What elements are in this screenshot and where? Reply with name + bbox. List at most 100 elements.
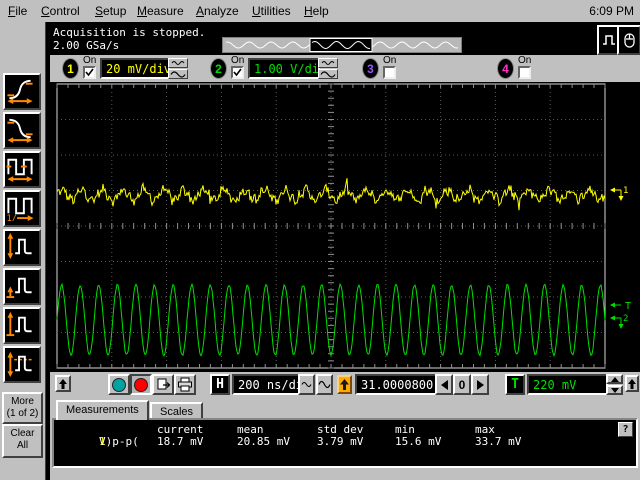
rise-time-button[interactable] [3, 73, 41, 110]
measurements-panel: Measurements Scales current mean std dev… [50, 398, 640, 480]
trigger-level-down-button[interactable] [606, 385, 623, 395]
help-button[interactable]: ? [618, 422, 633, 437]
trigger-setup-button[interactable]: T [505, 374, 525, 395]
channel-2-scale-decrease-button[interactable] [318, 58, 338, 68]
large-wave-icon [320, 70, 336, 78]
v-max-button[interactable] [3, 307, 41, 344]
horizontal-position-indicator[interactable] [222, 37, 462, 53]
more-label: More [11, 396, 34, 407]
check-icon [85, 68, 94, 77]
delay-increase-button[interactable] [471, 374, 489, 395]
svg-text:1/: 1/ [6, 214, 16, 221]
svg-text:T: T [625, 301, 631, 312]
channel-3-on-label: On [383, 55, 397, 66]
channel-4-on-checkbox[interactable] [518, 66, 531, 79]
channel-1-scale-buttons [168, 58, 188, 79]
channel-4-button[interactable]: 4 [497, 58, 514, 79]
channel-3-on-checkbox[interactable] [383, 66, 396, 79]
measurement-min: 15.6 mV [395, 435, 442, 448]
channel-2-button[interactable]: 2 [210, 58, 227, 79]
scroll-up-left-button[interactable] [55, 375, 71, 392]
channel-1-scale-field[interactable]: 20 mV/div [100, 58, 170, 79]
channel-1-on-checkbox[interactable] [83, 66, 96, 79]
channel-2-on-checkbox[interactable] [231, 66, 244, 79]
small-wave-icon [321, 61, 335, 65]
channel-2-scale-increase-button[interactable] [318, 69, 338, 79]
small-wave-icon [301, 382, 312, 387]
period-button[interactable] [3, 151, 41, 188]
channel-2-scale-buttons [318, 58, 338, 79]
horizontal-setup-button[interactable]: H [210, 374, 230, 395]
scroll-up-right-button[interactable] [625, 375, 639, 392]
down-triangle-icon [610, 387, 619, 393]
copy-screen-button[interactable] [152, 374, 174, 395]
delay-decrease-button[interactable] [435, 374, 453, 395]
measurement-mean: 20.85 mV [237, 435, 290, 448]
menu-control[interactable]: Control [41, 4, 80, 18]
measurement-std-dev: 3.79 mV [317, 435, 364, 448]
trigger-level-marker[interactable]: T [610, 301, 631, 312]
menu-help[interactable]: Help [304, 4, 329, 18]
clear-all-button[interactable]: Clear All [2, 424, 43, 458]
trigger-level-spinner [606, 374, 623, 395]
v-peak-to-peak-button[interactable] [3, 229, 41, 266]
more-measurements-button[interactable]: More (1 of 2) [2, 392, 43, 424]
menu-setup[interactable]: Setup [95, 4, 126, 18]
rise-time-icon [7, 79, 33, 104]
menu-utilities[interactable]: Utilities [252, 4, 291, 18]
channel-2-on-label: On [231, 55, 245, 66]
period-icon [6, 158, 33, 182]
up-arrow-icon [59, 378, 67, 389]
measurement-current: 18.7 mV [157, 435, 204, 448]
acquisition-status: Acquisition is stopped. [53, 26, 206, 39]
clock: 6:09 PM [589, 4, 634, 18]
channel-1-on-label: On [83, 55, 97, 66]
measurement-label: V p-p(1) [99, 435, 139, 448]
stop-button[interactable] [130, 374, 152, 395]
fall-time-icon [7, 118, 33, 143]
menu-analyze[interactable]: Analyze [196, 4, 239, 18]
time-scale-increase-button[interactable] [316, 374, 333, 395]
menu-bar: File Control Setup Measure Analyze Utili… [0, 0, 640, 23]
tab-measurements[interactable]: Measurements [56, 400, 149, 420]
menu-measure[interactable]: Measure [137, 4, 184, 18]
clear-label: Clear [10, 428, 35, 439]
print-button[interactable] [174, 374, 196, 395]
horizontal-toolbar: H 200 ns/div 31.0000800 ms 0 T 220 mV [50, 372, 640, 398]
mouse-icon [624, 33, 635, 48]
stop-icon [134, 377, 148, 392]
channel-1-ground-marker[interactable]: 1 [610, 186, 628, 201]
horizontal-delay-field[interactable]: 31.0000800 ms [355, 374, 437, 395]
time-scale-decrease-button[interactable] [298, 374, 315, 395]
pulse-icon [603, 35, 615, 45]
run-button[interactable] [108, 374, 130, 395]
v-peak-to-peak-icon [7, 232, 32, 260]
trigger-level-field[interactable]: 220 mV [527, 374, 608, 395]
channel-3-button[interactable]: 3 [362, 58, 379, 79]
v-average-button[interactable] [3, 346, 41, 383]
channel-1-button[interactable]: 1 [62, 58, 79, 79]
channel-2-ground-marker[interactable]: 2 [610, 314, 628, 329]
channel-1-scale-increase-button[interactable] [168, 69, 188, 79]
mouse-pointer-button[interactable] [617, 25, 640, 55]
fall-time-button[interactable] [3, 112, 41, 149]
trigger-level-up-button[interactable] [606, 374, 623, 384]
up-arrow-icon [628, 378, 636, 389]
left-arrow-icon [440, 379, 448, 390]
frequency-button[interactable]: 1/ [3, 190, 41, 227]
check-icon [233, 68, 242, 77]
measurements-table: current mean std dev min max V p-p(1) 18… [52, 418, 638, 468]
v-max-icon [6, 311, 32, 337]
channel-1-scale-decrease-button[interactable] [168, 58, 188, 68]
status-bar: Acquisition is stopped. 2.00 GSa/s [50, 24, 640, 55]
channel-2-scale-field[interactable]: 1.00 V/div [248, 58, 320, 79]
large-wave-icon [318, 380, 331, 389]
trigger-position-button[interactable] [337, 375, 352, 394]
menu-file[interactable]: File [8, 4, 27, 18]
svg-text:2: 2 [623, 314, 628, 324]
time-per-division-field[interactable]: 200 ns/div [232, 374, 300, 395]
delay-zero-button[interactable]: 0 [453, 374, 471, 395]
frequency-icon: 1/ [6, 197, 34, 221]
v-min-button[interactable] [3, 268, 41, 305]
measurement-max: 33.7 mV [475, 435, 522, 448]
